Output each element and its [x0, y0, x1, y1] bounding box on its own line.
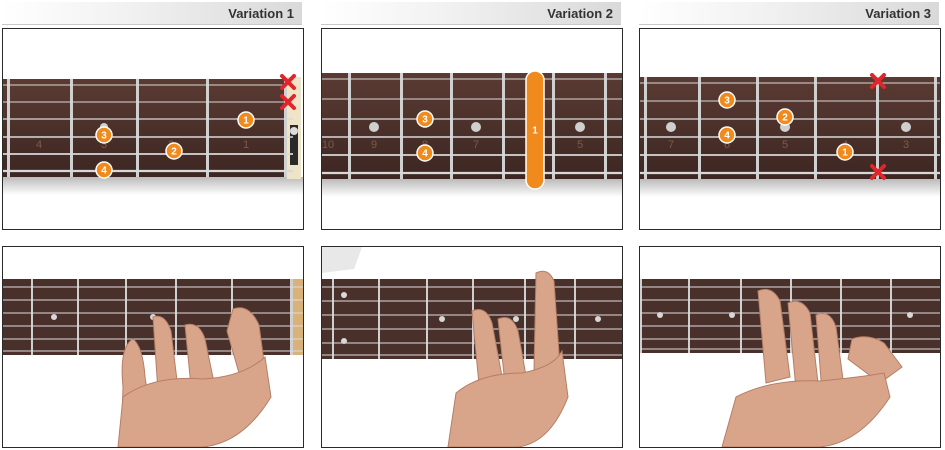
variation-1-header: Variation 1 [2, 2, 302, 25]
fret-number-7: 7 [668, 139, 674, 151]
svg-text:1: 1 [842, 148, 848, 159]
fret-inlay-dot [575, 122, 585, 132]
finger-marker-2: 2 [165, 142, 183, 160]
fret-number-5: 5 [577, 139, 583, 151]
finger-marker-3: 3 [718, 91, 736, 109]
fret-number-9: 9 [371, 139, 377, 151]
variation-3-header: Variation 3 [639, 2, 939, 25]
finger-marker-2: 2 [776, 108, 794, 126]
fretboard [640, 77, 940, 179]
svg-text:4: 4 [724, 131, 730, 142]
svg-text:2: 2 [171, 147, 177, 158]
variation-2-hand-photo [321, 246, 623, 448]
finger-marker-4: 4 [718, 126, 736, 144]
svg-text:4: 4 [422, 149, 428, 160]
variation-1-column: Variation 1 4 3 1 1 2 3 4 [0, 0, 304, 450]
variation-1-hand-photo [2, 246, 304, 448]
svg-text:3: 3 [422, 115, 428, 126]
fret-inlay-dot [369, 122, 379, 132]
finger-marker-1: 1 [237, 111, 255, 129]
fret-number-4: 4 [36, 139, 42, 151]
variation-3-hand-photo [639, 246, 941, 448]
fret-inlay-dot [666, 122, 676, 132]
fret-number-3: 3 [903, 139, 909, 151]
variation-2-column: Variation 2 10 9 7 5 1 3 4 [319, 0, 623, 450]
variation-2-title: Variation 2 [547, 6, 613, 21]
finger-marker-1: 1 [836, 143, 854, 161]
variation-1-chord-diagram: 4 3 2 1 1 2 3 [2, 28, 304, 230]
finger-marker-4: 4 [95, 161, 113, 179]
svg-text:3: 3 [724, 96, 730, 107]
finger-marker-4: 4 [416, 144, 434, 162]
svg-text:4: 4 [101, 166, 107, 177]
variation-2-header: Variation 2 [321, 2, 621, 25]
finger-marker-3: 3 [416, 110, 434, 128]
fret-number-5: 5 [782, 139, 788, 151]
fret-inlay-dot [471, 122, 481, 132]
variation-3-chord-diagram: 7 6 5 4 3 1 2 [639, 28, 941, 230]
variation-1-title: Variation 1 [228, 6, 294, 21]
svg-text:1: 1 [243, 116, 249, 127]
variation-3-title: Variation 3 [865, 6, 931, 21]
finger-marker-3: 3 [95, 126, 113, 144]
variation-3-column: Variation 3 7 6 5 3 1 2 3 4 [637, 0, 941, 450]
variation-2-chord-diagram: 10 9 8 7 6 5 1 3 4 [321, 28, 623, 230]
fret-number-10: 10 [322, 139, 334, 151]
svg-text:1: 1 [532, 126, 538, 137]
svg-text:2: 2 [782, 113, 788, 124]
svg-text:3: 3 [101, 131, 107, 142]
fret-inlay-dot [901, 122, 911, 132]
barre-marker: 1 [525, 70, 545, 190]
fret-number-7: 7 [473, 139, 479, 151]
fret-number-1: 1 [243, 139, 249, 151]
